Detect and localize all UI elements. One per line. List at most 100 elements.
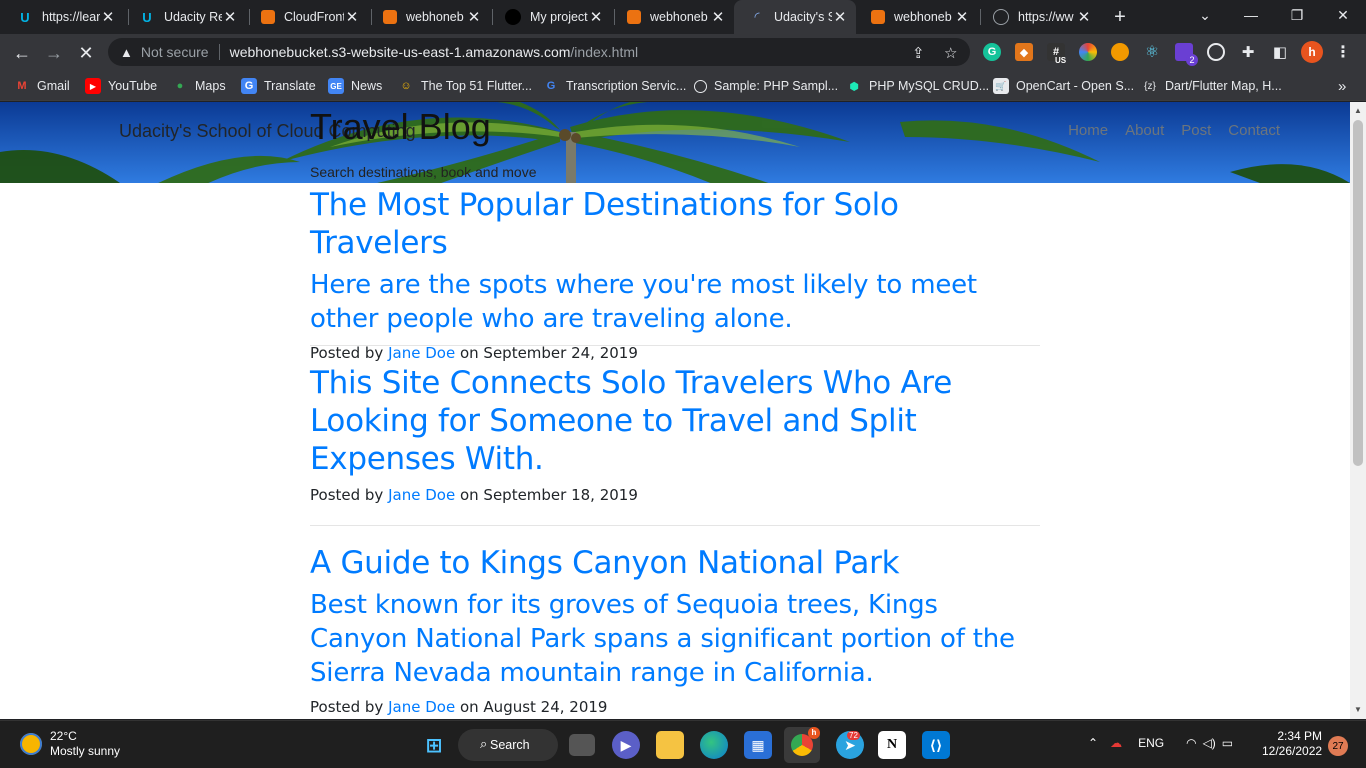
tab-https-www[interactable]: https://ww ✕ <box>978 0 1100 34</box>
tab-cloudfront[interactable]: CloudFront ✕ <box>246 0 368 34</box>
stop-loading-button[interactable]: ✕ <box>72 39 100 67</box>
tab-webhonebucket-2[interactable]: webhoneb ✕ <box>612 0 734 34</box>
post-author-link[interactable]: Jane Doe <box>388 344 455 362</box>
security-label[interactable]: Not secure <box>141 44 209 60</box>
close-icon[interactable]: ✕ <box>222 9 238 26</box>
extension-icon-orange[interactable] <box>1111 43 1129 61</box>
chrome-taskbar-button[interactable]: h <box>784 727 820 763</box>
tab-udacity-review[interactable]: U Udacity Re ✕ <box>124 0 246 34</box>
post-meta: Posted by Jane Doe on September 24, 2019 <box>310 344 1040 362</box>
tab-strip: U https://lear ✕ U Udacity Re ✕ CloudFro… <box>0 0 1366 34</box>
bookmark-youtube[interactable]: ▶ YouTube <box>85 77 157 95</box>
tab-udacity-learn[interactable]: U https://lear ✕ <box>2 0 124 34</box>
taskbar-search[interactable]: ⌕ Search <box>458 729 558 761</box>
tab-search-button[interactable]: ⌄ <box>1182 0 1228 30</box>
share-icon[interactable]: ⇪ <box>912 44 925 62</box>
notion-icon[interactable]: N <box>878 731 906 759</box>
close-icon[interactable]: ✕ <box>344 9 360 26</box>
post-title[interactable]: The Most Popular Destinations for Solo T… <box>310 186 1040 262</box>
tab-webhonebucket-3[interactable]: webhoneb ✕ <box>856 0 978 34</box>
close-icon[interactable]: ✕ <box>832 9 848 26</box>
post-title[interactable]: This Site Connects Solo Travelers Who Ar… <box>310 364 1040 478</box>
bookmark-transcription[interactable]: G Transcription Servic... <box>543 77 687 95</box>
tab-my-project[interactable]: My project ✕ <box>490 0 612 34</box>
tab-udacity-school-active[interactable]: ◜ Udacity's S ✕ <box>734 0 856 34</box>
bookmark-gmail[interactable]: M Gmail <box>14 77 69 95</box>
grammarly-icon[interactable]: G <box>983 43 1001 61</box>
close-window-button[interactable]: ✕ <box>1320 0 1366 30</box>
scroll-down-arrow[interactable]: ▼ <box>1353 705 1363 715</box>
back-button[interactable]: ← <box>8 39 36 67</box>
post-subtitle[interactable]: Here are the spots where you're most lik… <box>310 268 1040 336</box>
vscode-icon[interactable]: ⟨⟩ <box>922 731 950 759</box>
post-preview[interactable]: A Guide to Kings Canyon National Park Be… <box>310 544 1040 716</box>
store-icon[interactable]: ▦ <box>744 731 772 759</box>
close-icon[interactable]: ✕ <box>710 9 726 26</box>
color-picker-icon[interactable] <box>1079 43 1097 61</box>
weather-temperature: 22°C <box>50 729 77 743</box>
notification-badge[interactable]: 27 <box>1328 736 1348 756</box>
react-devtools-icon[interactable]: ⚛ <box>1143 43 1161 61</box>
restore-button[interactable]: ❐ <box>1274 0 1320 30</box>
forward-button[interactable]: → <box>40 39 68 67</box>
edge-icon[interactable] <box>700 731 728 759</box>
hero-title: Travel Blog <box>310 106 491 147</box>
clock[interactable]: 2:34 PM 12/26/2022 <box>1262 729 1322 759</box>
close-icon[interactable]: ✕ <box>1076 9 1092 26</box>
teams-chat-icon[interactable]: ▶ <box>612 731 640 759</box>
scroll-up-arrow[interactable]: ▲ <box>1353 106 1363 116</box>
bookmarks-overflow-button[interactable]: » <box>1338 77 1346 95</box>
minimize-button[interactable]: — <box>1228 0 1274 30</box>
chevron-up-icon[interactable]: ⌃ <box>1088 736 1098 750</box>
metamask-icon[interactable]: ◆ <box>1015 43 1033 61</box>
volume-icon[interactable]: ◁) <box>1203 736 1216 750</box>
bookmark-maps[interactable]: ● Maps <box>172 77 226 95</box>
close-icon[interactable]: ✕ <box>466 9 482 26</box>
wifi-icon[interactable]: ◠ <box>1186 736 1196 750</box>
bookmark-php-sample[interactable]: Sample: PHP Sampl... <box>694 77 838 95</box>
bookmark-star-icon[interactable]: ☆ <box>944 44 957 62</box>
nav-about[interactable]: About <box>1125 122 1164 139</box>
extensions-puzzle-icon[interactable]: ✚ <box>1239 43 1257 61</box>
post-author-link[interactable]: Jane Doe <box>388 486 455 504</box>
url-text[interactable]: webhonebucket.s3-website-us-east-1.amazo… <box>230 44 639 60</box>
bookmark-opencart[interactable]: 🛒 OpenCart - Open S... <box>993 77 1134 95</box>
bookmark-flutter[interactable]: ☺ The Top 51 Flutter... <box>398 77 532 95</box>
post-preview[interactable]: The Most Popular Destinations for Solo T… <box>310 186 1040 362</box>
file-explorer-icon[interactable] <box>656 731 684 759</box>
record-icon[interactable] <box>1207 43 1225 61</box>
weather-widget[interactable]: 22°C Mostly sunny <box>20 729 120 759</box>
post-preview[interactable]: This Site Connects Solo Travelers Who Ar… <box>310 364 1040 504</box>
close-icon[interactable]: ✕ <box>588 9 604 26</box>
nav-home[interactable]: Home <box>1068 122 1108 139</box>
url-path: /index.html <box>570 44 639 60</box>
tab-webhonebucket-1[interactable]: webhoneb ✕ <box>368 0 490 34</box>
close-icon[interactable]: ✕ <box>954 9 970 26</box>
extension-badge-count: 2 <box>1186 54 1198 66</box>
battery-icon[interactable]: ▭ <box>1222 736 1233 750</box>
bookmark-php-crud[interactable]: ⬢ PHP MySQL CRUD... <box>846 77 989 95</box>
post-title[interactable]: A Guide to Kings Canyon National Park <box>310 544 1040 582</box>
language-indicator[interactable]: ENG <box>1138 736 1164 750</box>
side-panel-icon[interactable]: ◧ <box>1271 43 1289 61</box>
bookmark-news[interactable]: GE News <box>328 77 382 95</box>
nav-post[interactable]: Post <box>1181 122 1211 139</box>
bookmark-dart-flutter[interactable]: {z} Dart/Flutter Map, H... <box>1142 77 1282 95</box>
warning-icon[interactable]: ▲ <box>120 45 133 60</box>
scrollbar-thumb[interactable] <box>1353 120 1363 466</box>
task-view-icon[interactable] <box>569 734 595 756</box>
address-bar[interactable]: ▲ Not secure webhonebucket.s3-website-us… <box>108 38 970 66</box>
close-icon[interactable]: ✕ <box>100 9 116 26</box>
bookmark-translate[interactable]: G Translate <box>241 77 316 95</box>
bookmark-label: OpenCart - Open S... <box>1016 79 1135 93</box>
onedrive-icon[interactable]: ☁ <box>1110 736 1122 750</box>
profile-avatar[interactable]: h <box>1301 41 1323 63</box>
hero-header: Udacity's School of Cloud Computing Trav… <box>0 102 1350 183</box>
nav-contact[interactable]: Contact <box>1228 122 1280 139</box>
menu-kebab-icon[interactable]: ⋮ <box>1334 43 1352 61</box>
post-author-link[interactable]: Jane Doe <box>388 698 455 716</box>
post-subtitle[interactable]: Best known for its groves of Sequoia tre… <box>310 588 1040 690</box>
windows-start-icon[interactable]: ⊞ <box>420 731 448 759</box>
new-tab-button[interactable]: + <box>1108 5 1132 29</box>
page-scrollbar[interactable]: ▲ ▼ <box>1350 102 1366 719</box>
